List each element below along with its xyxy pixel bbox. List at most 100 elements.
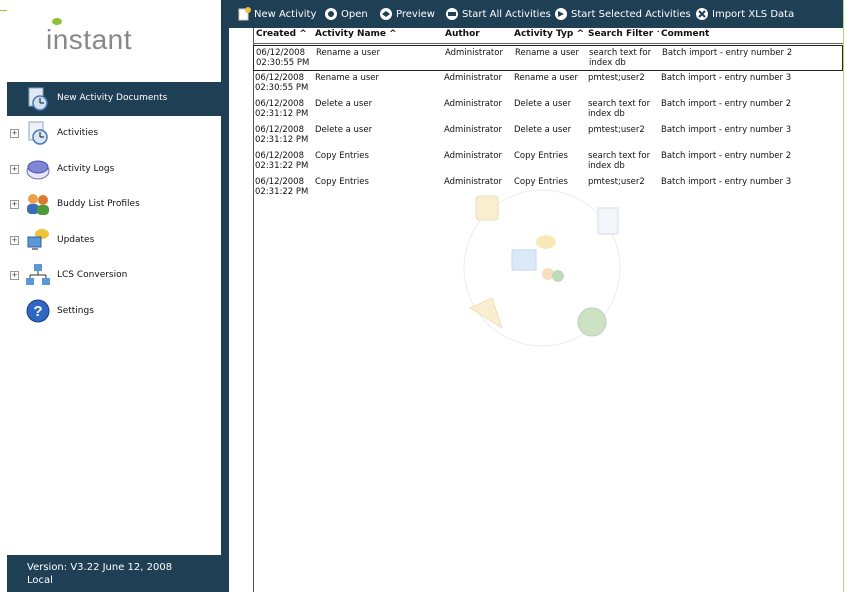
author-cell-line: Administrator [444, 151, 502, 161]
activity-name-cell: Delete a user [315, 99, 372, 109]
app-logo: instant [46, 18, 156, 58]
created-cell-line: 02:31:12 PM [255, 109, 309, 119]
activity-type-cell-line: Copy Entries [514, 177, 568, 187]
sidebar-item-settings[interactable]: ? Settings [7, 294, 221, 328]
created-cell: 06/12/2008 02:31:12 PM [255, 99, 308, 119]
activity-type-cell-line: Copy Entries [514, 151, 568, 161]
start-all-label: Start All Activities [462, 8, 551, 20]
table-row[interactable]: 06/12/2008 02:31:12 PM Delete a user Admini… [253, 123, 843, 149]
new-activity-button[interactable]: New Activity [237, 7, 316, 21]
new-activity-label: New Activity [254, 8, 317, 20]
comment-cell: Batch import - entry number 2 [662, 48, 792, 58]
created-cell-line: 02:31:22 PM [255, 187, 309, 197]
table-row[interactable]: 06/12/2008 02:31:12 PM Delete a user Admini… [253, 97, 843, 123]
sidebar-item-lcs-conversion[interactable]: + LCS Conversion [7, 258, 221, 292]
activity-type-cell: Delete a user [514, 125, 571, 135]
activity-name-cell: Copy Entries [315, 177, 369, 187]
new-document-icon [238, 7, 251, 21]
watermark-graphic [463, 189, 621, 347]
activity-type-cell-line: Delete a user [514, 125, 572, 135]
start-selected-label: Start Selected Activities [571, 8, 691, 20]
activity-name-cell-line: Copy Entries [315, 177, 369, 187]
search-filter-cell-line: index db [589, 58, 626, 68]
activity-type-cell: Rename a user [515, 48, 579, 58]
preview-label: Preview [396, 8, 435, 20]
search-filter-cell-line: index db [588, 109, 625, 119]
comment-cell-line: Batch import - entry number 3 [661, 177, 792, 187]
accent-border [843, 0, 844, 592]
preview-icon [380, 8, 392, 20]
created-cell-line: 02:30:55 PM [255, 83, 309, 93]
sidebar-item-activities[interactable]: + Activities [7, 116, 221, 150]
sidebar-item-buddy-list-profiles[interactable]: + Buddy List Profiles [7, 187, 221, 221]
activity-type-cell: Copy Entries [514, 177, 568, 187]
comment-cell: Batch import - entry number 3 [661, 73, 791, 83]
expand-icon[interactable]: + [10, 200, 19, 209]
column-header-search-filter[interactable]: Search Filter ^ [586, 29, 660, 43]
created-cell-line: 02:31:12 PM [255, 135, 309, 145]
import-xls-label: Import XLS Data [712, 8, 795, 20]
search-filter-cell-line: search text for [588, 99, 651, 109]
activity-name-cell-line: Delete a user [315, 99, 373, 109]
search-filter-cell: pmtest;user2 [588, 125, 645, 135]
import-icon [696, 8, 708, 20]
sidebar-item-label: New Activity Documents [57, 93, 168, 103]
expand-icon[interactable]: + [10, 236, 19, 245]
created-cell: 06/12/2008 02:30:55 PM [255, 73, 308, 93]
help-icon: ? [26, 299, 50, 323]
expand-icon[interactable]: + [10, 271, 19, 280]
created-cell-line: 06/12/2008 [255, 125, 304, 135]
expand-icon[interactable]: + [10, 129, 19, 138]
toolbar: New Activity Open Preview Start All Acti… [229, 0, 843, 28]
column-header-activity-name[interactable]: Activity Name ^ [313, 29, 444, 43]
author-cell: Administrator [444, 73, 502, 83]
logo-text: instant [46, 24, 132, 55]
column-header-comment[interactable]: Comment [659, 29, 841, 43]
author-cell: Administrator [444, 177, 502, 187]
column-header-created[interactable]: Created ^ [254, 29, 314, 43]
sidebar-item-activity-logs[interactable]: + Activity Logs [7, 152, 221, 186]
search-filter-cell-line: pmtest;user2 [588, 177, 645, 187]
sidebar-item-new-activity-documents[interactable]: New Activity Documents [7, 82, 221, 116]
monitor-chat-icon [27, 229, 49, 250]
table-row[interactable]: 06/12/2008 02:30:55 PM Rename a user Admini… [253, 71, 843, 97]
comment-cell-line: Batch import - entry number 3 [661, 73, 792, 83]
search-filter-cell-line: index db [588, 161, 625, 171]
activity-type-cell: Rename a user [514, 73, 578, 83]
activity-type-cell-line: Rename a user [514, 73, 579, 83]
table-row[interactable]: 06/12/2008 02:30:55 PM Rename a user Admini… [253, 45, 843, 71]
open-button[interactable]: Open [324, 7, 368, 21]
activity-type-cell: Delete a user [514, 99, 571, 109]
sidebar-item-label: Updates [57, 235, 95, 245]
created-cell-line: 06/12/2008 [255, 151, 304, 161]
preview-button[interactable]: Preview [379, 7, 435, 21]
author-cell-line: Administrator [444, 177, 502, 187]
search-filter-cell-line: search text for [588, 151, 651, 161]
activity-type-cell: Copy Entries [514, 151, 568, 161]
start-all-activities-button[interactable]: Start All Activities [445, 7, 551, 21]
sidebar-item-label: Buddy List Profiles [57, 199, 140, 209]
search-filter-cell: search text for index db [588, 99, 650, 119]
created-cell: 06/12/2008 02:31:12 PM [255, 125, 308, 145]
version-text: Version: V3.22 June 12, 2008 [27, 562, 173, 573]
import-xls-data-button[interactable]: Import XLS Data [695, 7, 794, 21]
sidebar-item-label: LCS Conversion [57, 270, 128, 280]
splitter[interactable] [221, 0, 229, 592]
network-icon [26, 264, 50, 285]
author-cell-line: Administrator [445, 48, 503, 58]
search-filter-cell: pmtest;user2 [588, 73, 645, 83]
start-selected-activities-button[interactable]: Start Selected Activities [554, 7, 691, 21]
comment-cell-line: Batch import - entry number 3 [661, 125, 792, 135]
start-all-icon [446, 8, 458, 20]
column-header-activity-type[interactable]: Activity Typ ^ [512, 29, 587, 43]
created-cell-line: 06/12/2008 [255, 177, 304, 187]
sidebar-item-updates[interactable]: + Updates [7, 223, 221, 257]
activity-name-cell-line: Copy Entries [315, 151, 369, 161]
author-cell-line: Administrator [444, 73, 502, 83]
expand-icon[interactable]: + [10, 165, 19, 174]
author-cell: Administrator [444, 125, 502, 135]
column-header-author[interactable]: Author [443, 29, 513, 43]
author-cell: Administrator [445, 48, 503, 58]
table-row[interactable]: 06/12/2008 02:31:22 PM Copy Entries Adminis… [253, 149, 843, 175]
author-cell: Administrator [444, 99, 502, 109]
